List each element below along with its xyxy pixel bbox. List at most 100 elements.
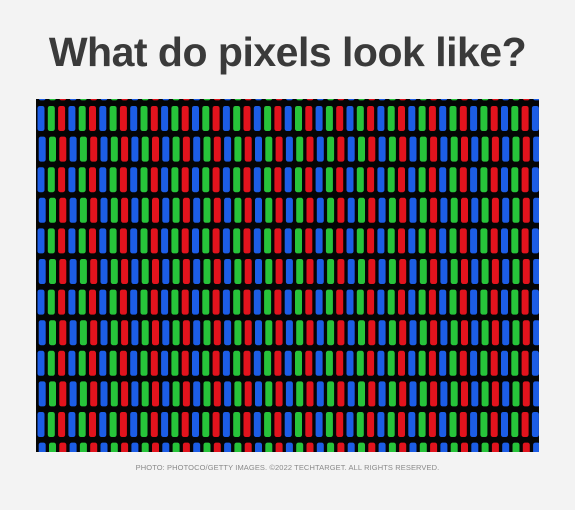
red-subpixel [182, 259, 190, 284]
red-subpixel [306, 259, 314, 284]
green-subpixel [47, 228, 55, 254]
red-subpixel [521, 167, 529, 193]
blue-subpixel [224, 259, 232, 284]
red-subpixel [367, 412, 375, 437]
green-subpixel [327, 381, 335, 407]
blue-subpixel [68, 412, 76, 437]
blue-subpixel [284, 350, 292, 376]
blue-subpixel [130, 289, 138, 315]
red-subpixel [58, 167, 66, 193]
blue-subpixel [346, 167, 354, 193]
red-subpixel [305, 289, 313, 315]
red-subpixel [150, 228, 158, 254]
green-subpixel [296, 259, 304, 284]
green-subpixel [203, 136, 211, 162]
red-subpixel [459, 289, 467, 315]
green-subpixel [49, 442, 56, 452]
red-subpixel [491, 320, 499, 346]
green-subpixel [141, 259, 149, 284]
blue-subpixel [285, 259, 293, 284]
red-subpixel [337, 136, 345, 162]
blue-subpixel [346, 350, 354, 376]
red-subpixel [89, 167, 96, 193]
green-subpixel [296, 136, 304, 162]
blue-subpixel [378, 197, 386, 223]
green-subpixel [265, 136, 273, 162]
green-subpixel [78, 106, 86, 131]
green-subpixel [234, 381, 242, 407]
red-subpixel [306, 320, 314, 346]
blue-subpixel [471, 442, 479, 452]
red-subpixel [213, 320, 221, 346]
green-subpixel [79, 136, 87, 162]
red-subpixel [121, 197, 129, 223]
red-subpixel [459, 412, 467, 437]
blue-subpixel [501, 106, 508, 131]
green-subpixel [511, 106, 519, 131]
red-subpixel [430, 197, 438, 223]
red-subpixel [244, 381, 252, 407]
blue-subpixel [409, 442, 417, 452]
green-subpixel [202, 412, 210, 437]
green-subpixel [264, 289, 272, 315]
red-subpixel [367, 228, 375, 254]
blue-subpixel [502, 259, 510, 284]
green-subpixel [327, 197, 335, 223]
blue-subpixel [131, 259, 139, 284]
red-subpixel [306, 136, 314, 162]
red-subpixel [399, 442, 407, 452]
green-subpixel [481, 320, 489, 346]
green-subpixel [450, 259, 458, 284]
red-subpixel [522, 381, 530, 407]
red-subpixel [119, 106, 127, 131]
red-subpixel [522, 259, 530, 284]
blue-subpixel [162, 197, 170, 223]
green-subpixel [172, 320, 180, 346]
blue-subpixel [38, 442, 46, 452]
blue-subpixel [284, 228, 292, 254]
green-subpixel [264, 350, 272, 376]
red-subpixel [275, 442, 283, 452]
blue-subpixel [192, 412, 199, 437]
green-subpixel [109, 228, 117, 254]
green-subpixel [234, 136, 242, 162]
blue-subpixel [162, 442, 170, 452]
blue-subpixel [284, 289, 292, 315]
green-subpixel [511, 350, 519, 376]
red-subpixel [243, 412, 251, 437]
red-subpixel [212, 167, 220, 193]
red-subpixel [121, 136, 129, 162]
blue-subpixel [68, 228, 76, 254]
red-subpixel [119, 350, 127, 376]
blue-subpixel [68, 350, 76, 376]
blue-subpixel [37, 412, 45, 437]
blue-subpixel [470, 228, 478, 254]
red-subpixel [522, 197, 530, 223]
blue-subpixel [409, 320, 417, 346]
blue-subpixel [222, 412, 230, 437]
blue-subpixel [502, 197, 510, 223]
blue-subpixel [100, 197, 108, 223]
red-subpixel [274, 412, 282, 437]
green-subpixel [450, 320, 458, 346]
blue-subpixel [501, 228, 508, 254]
red-subpixel [243, 106, 251, 131]
blue-subpixel [69, 442, 77, 452]
green-subpixel [295, 289, 302, 315]
green-subpixel [481, 136, 489, 162]
green-subpixel [140, 350, 148, 376]
green-subpixel [450, 136, 458, 162]
green-subpixel [295, 167, 302, 193]
green-subpixel [202, 167, 210, 193]
green-subpixel [171, 167, 179, 193]
green-subpixel [387, 228, 395, 254]
green-subpixel [78, 412, 86, 437]
green-subpixel [172, 136, 180, 162]
green-subpixel [49, 259, 56, 284]
red-subpixel [244, 442, 252, 452]
blue-subpixel [409, 259, 417, 284]
blue-subpixel [284, 106, 292, 131]
green-subpixel [450, 197, 458, 223]
blue-subpixel [533, 259, 539, 284]
red-subpixel [243, 289, 251, 315]
